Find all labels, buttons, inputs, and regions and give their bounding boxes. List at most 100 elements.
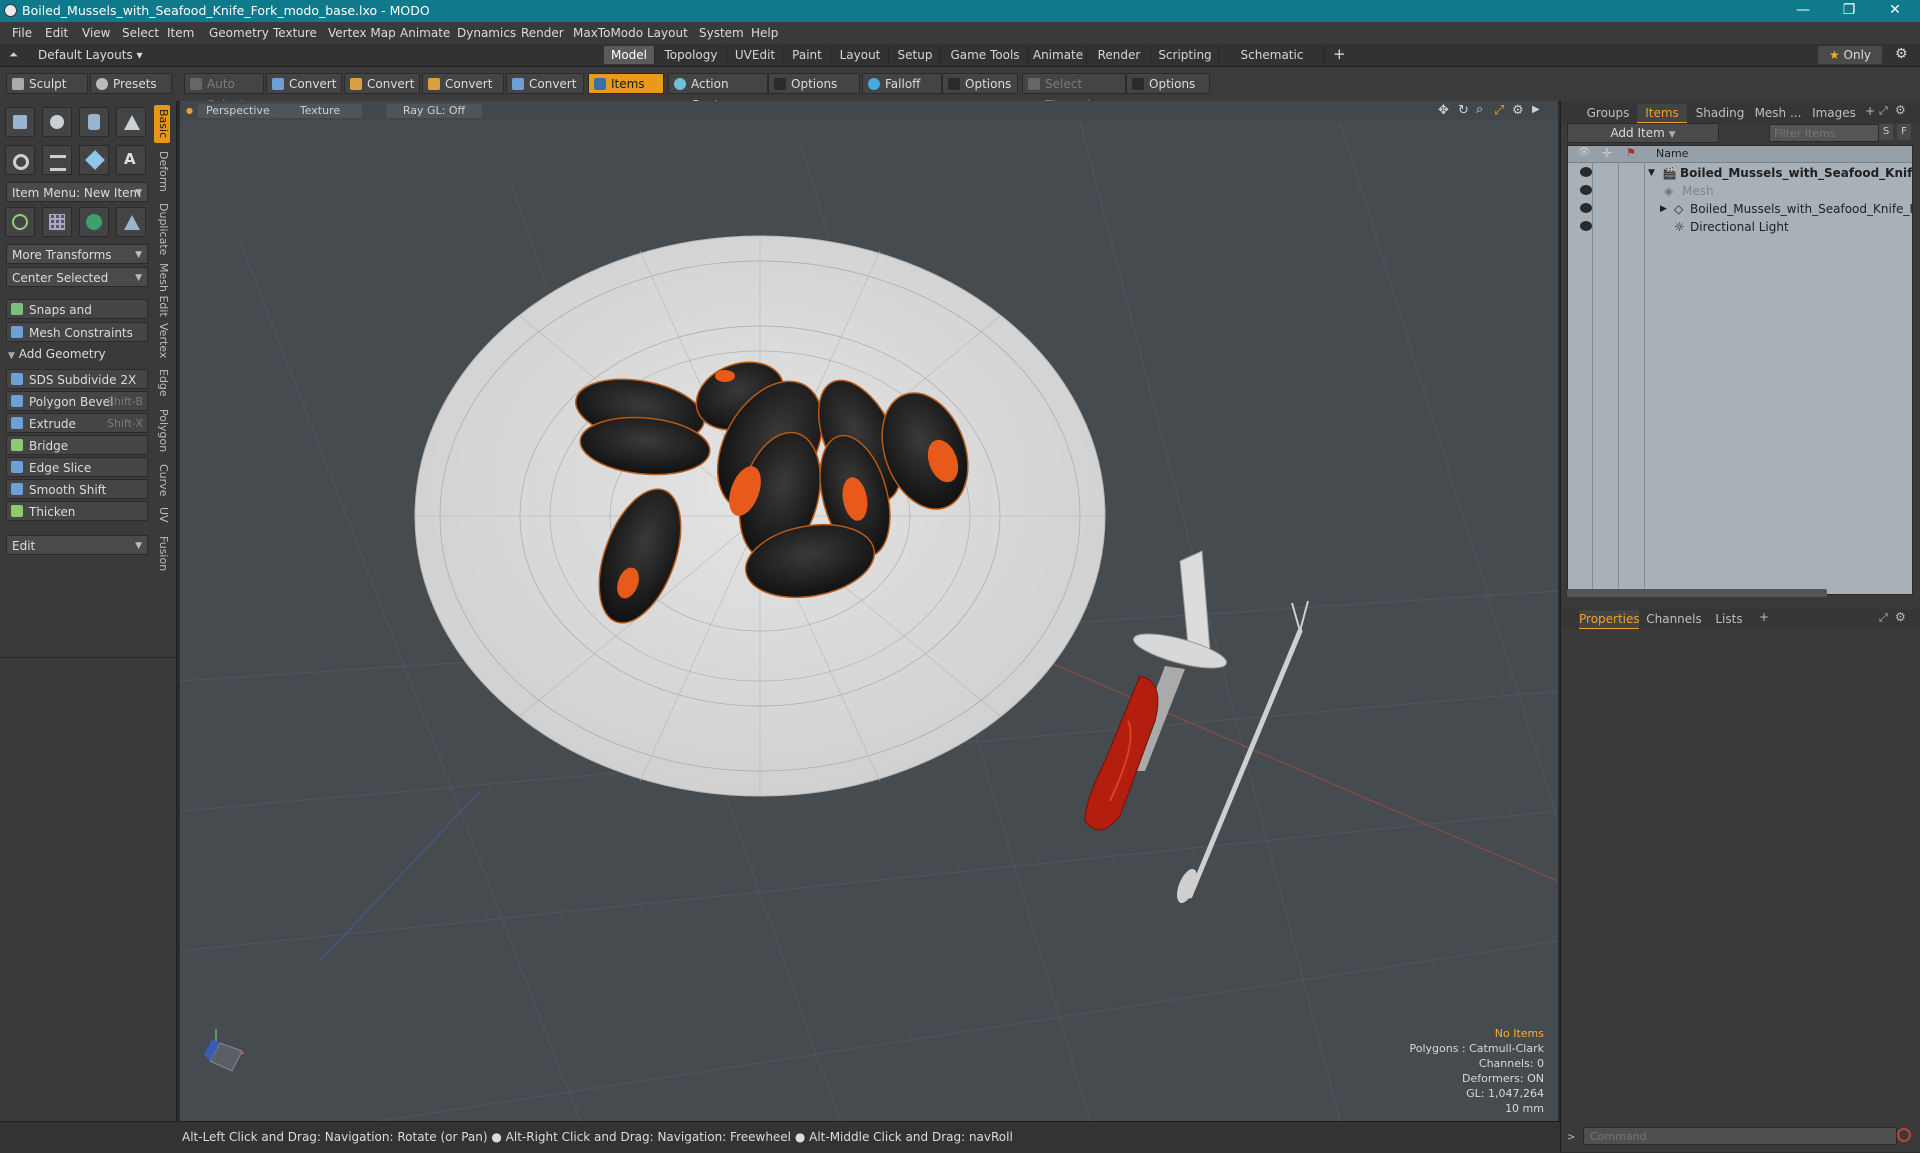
filter-items-input[interactable] — [1769, 124, 1879, 142]
vtab-basic[interactable]: Basic — [154, 105, 170, 143]
smooth-shift-button[interactable]: Smooth Shift — [6, 479, 148, 499]
command-input[interactable] — [1583, 1127, 1897, 1145]
tab-lists[interactable]: Lists — [1709, 610, 1749, 628]
thicken-button[interactable]: Thicken — [6, 501, 148, 521]
convert-materials-button[interactable]: Convert — [506, 73, 584, 94]
bridge-button[interactable]: Bridge — [6, 435, 148, 455]
select-through-button[interactable]: Select Through — [1022, 73, 1126, 112]
edit-dropdown[interactable]: Edit ▼ — [6, 535, 148, 555]
options-button-2[interactable]: Options — [942, 73, 1018, 94]
tab-game-tools[interactable]: Game Tools — [942, 46, 1029, 64]
default-layouts-dropdown[interactable]: Default Layouts ▾ — [38, 48, 143, 62]
vtab-deform[interactable]: Deform — [154, 147, 170, 195]
tab-render[interactable]: Render — [1088, 46, 1151, 64]
zoom-icon[interactable]: ⌕ — [1476, 102, 1483, 117]
edge-slice-button[interactable]: Edge Slice — [6, 457, 148, 477]
item-menu-dropdown[interactable]: Item Menu: New Item ▼ — [6, 182, 148, 202]
minimize-button[interactable]: — — [1780, 0, 1826, 22]
eye-icon[interactable] — [1580, 203, 1592, 213]
add-tab-icon[interactable]: + — [1865, 104, 1875, 118]
tab-schematic-fusion[interactable]: Schematic Fusion — [1220, 46, 1325, 80]
collapse-arrow-icon[interactable]: ▶ — [1660, 200, 1667, 218]
vtab-mesh-edit[interactable]: Mesh Edit — [154, 261, 170, 319]
vtab-fusion[interactable]: Fusion — [154, 531, 170, 577]
viewport-settings-icon[interactable]: ⚙ — [1512, 103, 1524, 118]
tube-icon[interactable] — [42, 145, 72, 175]
gear-icon[interactable]: ⚙ — [1895, 46, 1908, 62]
tab-shading[interactable]: Shading — [1693, 104, 1747, 122]
close-button[interactable]: ✕ — [1872, 0, 1918, 22]
more-transforms-dropdown[interactable]: More Transforms ▼ — [6, 244, 148, 264]
text-icon[interactable]: A — [116, 145, 146, 175]
viewport-menu-icon[interactable]: ● — [186, 106, 193, 115]
expand-icon[interactable]: ⤢ — [1879, 104, 1888, 118]
pyramid-icon[interactable] — [116, 207, 146, 237]
vtab-polygon[interactable]: Polygon — [154, 403, 170, 459]
tree-row-light[interactable]: ☼ Directional Light — [1568, 218, 1908, 236]
add-tab-icon[interactable]: + — [1333, 45, 1346, 63]
tab-setup[interactable]: Setup — [890, 46, 941, 64]
tab-groups[interactable]: Groups — [1583, 104, 1633, 122]
menu-dynamics[interactable]: Dynamics — [457, 26, 516, 40]
auto-select-button[interactable]: Auto Select — [184, 73, 264, 112]
snaps-precision-button[interactable]: Snaps and Precision — [6, 299, 148, 337]
sds-subdivide-button[interactable]: SDS Subdivide 2X — [6, 369, 148, 389]
tree-row-mesh[interactable]: ◈ Mesh — [1568, 182, 1908, 200]
pan-icon[interactable]: ✥ — [1438, 103, 1449, 118]
polygon-bevel-button[interactable]: Polygon Bevel Shift-B — [6, 391, 148, 411]
cylinder-icon[interactable] — [79, 107, 109, 137]
tab-paint[interactable]: Paint — [784, 46, 831, 64]
menu-system[interactable]: System — [699, 26, 744, 40]
restore-button[interactable]: ❐ — [1826, 0, 1872, 22]
sculpt-button[interactable]: Sculpt — [6, 73, 88, 94]
tree-row-model[interactable]: ▶ ◇ Boiled_Mussels_with_Seafood_Knife_Fork — [1568, 200, 1912, 218]
menu-vertex-map[interactable]: Vertex Map — [328, 26, 396, 40]
menu-item[interactable]: Item — [167, 26, 194, 40]
expand-icon[interactable]: ⤢ — [1879, 611, 1888, 625]
menu-maxtomodo[interactable]: MaxToModo — [573, 26, 643, 40]
cone-icon[interactable] — [116, 107, 146, 137]
tab-topology[interactable]: Topology — [656, 46, 727, 64]
menu-file[interactable]: File — [12, 26, 32, 40]
menu-layout[interactable]: Layout — [647, 26, 688, 40]
vtab-duplicate[interactable]: Duplicate — [154, 199, 170, 259]
menu-geometry[interactable]: Geometry — [209, 26, 269, 40]
menu-select[interactable]: Select — [122, 26, 159, 40]
convert-vertices-button[interactable]: Convert — [266, 73, 342, 94]
filter-f-button[interactable]: F — [1897, 124, 1911, 140]
tab-items[interactable]: Items — [1637, 104, 1687, 124]
menu-texture[interactable]: Texture — [273, 26, 317, 40]
tab-animate[interactable]: Animate — [1030, 46, 1087, 64]
tab-scripting[interactable]: Scripting — [1152, 46, 1219, 64]
tree-row-scene[interactable]: ▼ 🎬 Boiled_Mussels_with_Seafood_Knife ... — [1568, 164, 1912, 182]
menu-animate[interactable]: Animate — [400, 26, 450, 40]
convert-edges-button[interactable]: Convert — [344, 73, 420, 94]
tab-properties[interactable]: Properties — [1579, 610, 1640, 630]
only-toggle[interactable]: ★ Only — [1818, 46, 1882, 64]
vtab-curve[interactable]: Curve — [154, 459, 170, 501]
presets-button[interactable]: Presets F6 — [90, 73, 172, 112]
sphere-icon[interactable] — [42, 107, 72, 137]
grid-icon[interactable] — [42, 207, 72, 237]
add-item-dropdown[interactable]: Add Item ▼ — [1567, 123, 1719, 143]
mesh-constraints-button[interactable]: Mesh Constraints — [6, 322, 148, 342]
tab-mesh[interactable]: Mesh ... — [1753, 104, 1803, 122]
expand-arrow-icon[interactable]: ▼ — [1648, 164, 1655, 182]
tab-images[interactable]: Images — [1809, 104, 1859, 122]
vtab-vertex[interactable]: Vertex — [154, 319, 170, 363]
view-mode-dropdown[interactable]: Perspective — [198, 104, 278, 118]
panel-gear-icon[interactable]: ⚙ — [1895, 610, 1906, 624]
layout-expand-icon[interactable]: ⏶ — [9, 48, 18, 62]
name-column-header[interactable]: Name — [1656, 147, 1688, 160]
panel-gear-icon[interactable]: ⚙ — [1895, 103, 1906, 117]
menu-edit[interactable]: Edit — [45, 26, 68, 40]
items-mode-button[interactable]: Items — [588, 73, 664, 94]
pen-icon[interactable] — [79, 145, 109, 175]
options-button-3[interactable]: Options — [1126, 73, 1210, 94]
transform-icon[interactable] — [5, 207, 35, 237]
add-geometry-header[interactable]: ▼ Add Geometry — [8, 347, 106, 361]
raygl-dropdown[interactable]: Ray GL: Off — [386, 104, 482, 118]
action-center-button[interactable]: Action Center — [668, 73, 768, 112]
tab-channels[interactable]: Channels — [1645, 610, 1703, 628]
shading-dropdown[interactable]: Texture — [278, 104, 362, 118]
